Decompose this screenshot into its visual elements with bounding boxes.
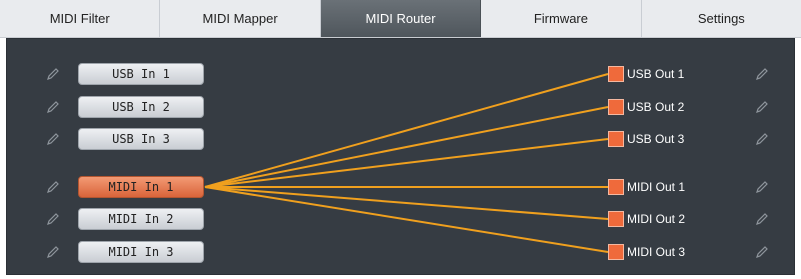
output-midi-out-2[interactable]: MIDI Out 2 — [608, 210, 685, 228]
pencil-icon[interactable] — [753, 65, 771, 83]
tab-midi-mapper[interactable]: MIDI Mapper — [160, 0, 321, 37]
output-usb-out-1[interactable]: USB Out 1 — [608, 65, 684, 83]
output-port-box[interactable] — [608, 66, 624, 82]
output-port-box[interactable] — [608, 179, 624, 195]
output-label: USB Out 2 — [627, 100, 685, 114]
pencil-icon[interactable] — [44, 98, 62, 116]
pencil-icon[interactable] — [753, 243, 771, 261]
output-label: MIDI Out 2 — [627, 212, 686, 226]
output-port-box[interactable] — [608, 99, 624, 115]
pencil-icon[interactable] — [753, 178, 771, 196]
input-usb-in-1-button[interactable]: USB In 1 — [78, 63, 204, 85]
output-label: MIDI Out 1 — [627, 180, 686, 194]
pencil-icon[interactable] — [753, 130, 771, 148]
tab-settings[interactable]: Settings — [642, 0, 801, 37]
input-midi-in-3-button[interactable]: MIDI In 3 — [78, 241, 204, 263]
output-midi-out-3[interactable]: MIDI Out 3 — [608, 243, 685, 261]
tab-midi-router[interactable]: MIDI Router — [320, 0, 482, 37]
output-port-box[interactable] — [608, 244, 624, 260]
input-midi-in-2-button[interactable]: MIDI In 2 — [78, 208, 204, 230]
tab-midi-filter[interactable]: MIDI Filter — [0, 0, 161, 37]
input-midi-in-1-button[interactable]: MIDI In 1 — [78, 176, 204, 198]
input-usb-in-3-button[interactable]: USB In 3 — [78, 128, 204, 150]
tab-firmware[interactable]: Firmware — [481, 0, 642, 37]
pencil-icon[interactable] — [44, 243, 62, 261]
output-port-box[interactable] — [608, 211, 624, 227]
tab-bar: MIDI Filter MIDI Mapper MIDI Router Firm… — [0, 0, 801, 38]
output-port-box[interactable] — [608, 131, 624, 147]
output-usb-out-2[interactable]: USB Out 2 — [608, 98, 684, 116]
pencil-icon[interactable] — [753, 210, 771, 228]
pencil-icon[interactable] — [44, 210, 62, 228]
pencil-icon[interactable] — [44, 130, 62, 148]
input-usb-in-2-button[interactable]: USB In 2 — [78, 96, 204, 118]
pencil-icon[interactable] — [44, 178, 62, 196]
pencil-icon[interactable] — [753, 98, 771, 116]
output-usb-out-3[interactable]: USB Out 3 — [608, 130, 684, 148]
pencil-icon[interactable] — [44, 65, 62, 83]
output-label: MIDI Out 3 — [627, 245, 686, 259]
output-label: USB Out 1 — [627, 67, 685, 81]
output-label: USB Out 3 — [627, 132, 685, 146]
output-midi-out-1[interactable]: MIDI Out 1 — [608, 178, 685, 196]
